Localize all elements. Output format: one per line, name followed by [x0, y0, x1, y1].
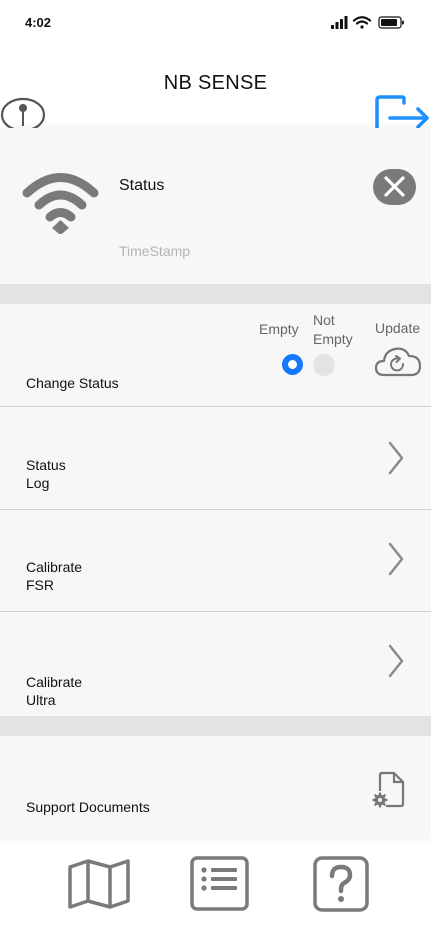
wifi-status-icon — [352, 16, 372, 29]
not-empty-radio[interactable] — [313, 354, 335, 376]
empty-option-label: Empty — [259, 321, 299, 337]
section-divider — [0, 716, 431, 736]
close-button[interactable] — [373, 169, 416, 205]
app-title: NB SENSE — [163, 72, 268, 94]
row-divider — [0, 406, 431, 407]
chevron-right-icon[interactable] — [386, 643, 406, 679]
wifi-signal-icon — [22, 173, 99, 234]
calibrate-ultra-line2: Ultra — [26, 692, 56, 708]
status-bar-icons — [331, 16, 404, 29]
list-icon[interactable] — [190, 856, 249, 911]
status-title: Status — [119, 177, 165, 194]
close-icon — [384, 176, 405, 197]
calibrate-ultra-line1: Calibrate — [26, 674, 83, 690]
section-divider — [0, 284, 431, 304]
not-empty-label-line1: Not — [313, 312, 335, 328]
menu-item-support-documents[interactable]: Support Documents — [26, 798, 150, 816]
menu-item-status-log[interactable]: Status Log — [26, 456, 66, 492]
status-timestamp: TimeStamp — [119, 243, 191, 259]
row-divider — [0, 611, 431, 612]
empty-radio[interactable] — [282, 354, 303, 375]
change-status-label: Change Status — [26, 375, 119, 391]
map-icon[interactable] — [67, 858, 131, 910]
status-bar-time: 4:02 — [25, 15, 52, 30]
document-settings-icon[interactable] — [372, 771, 406, 809]
calibrate-fsr-line1: Calibrate — [26, 559, 83, 575]
not-empty-option-label: Not Empty — [313, 311, 353, 349]
chevron-right-icon[interactable] — [386, 541, 406, 577]
row-divider — [0, 509, 431, 510]
cloud-refresh-icon[interactable] — [374, 343, 422, 379]
status-log-line2: Log — [26, 475, 50, 491]
menu-item-calibrate-fsr[interactable]: Calibrate FSR — [26, 558, 82, 594]
status-log-line1: Status — [26, 457, 66, 473]
calibrate-fsr-line2: FSR — [26, 577, 54, 593]
battery-icon — [378, 16, 404, 29]
not-empty-label-line2: Empty — [313, 331, 353, 347]
menu-item-calibrate-ultra[interactable]: Calibrate Ultra — [26, 673, 82, 709]
help-icon[interactable] — [313, 856, 369, 912]
update-label: Update — [375, 320, 421, 336]
chevron-right-icon[interactable] — [386, 440, 406, 476]
cellular-signal-icon — [331, 16, 348, 29]
